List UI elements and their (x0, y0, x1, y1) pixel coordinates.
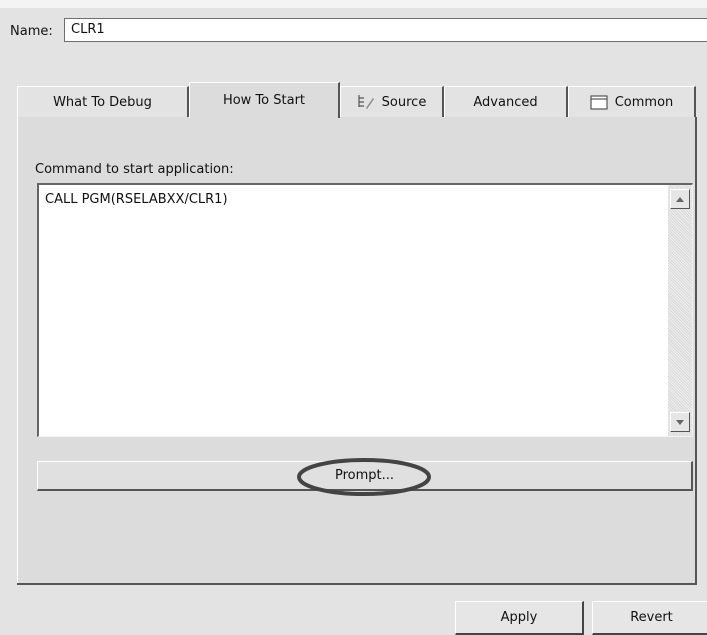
tab-label: Source (381, 94, 427, 110)
tab-what-to-debug[interactable]: What To Debug (17, 86, 189, 117)
tab-label: Common (614, 94, 674, 110)
tab-label: What To Debug (53, 94, 152, 110)
apply-button[interactable]: Apply (455, 601, 584, 635)
prompt-button[interactable]: Prompt... (37, 461, 693, 491)
top-band (0, 0, 707, 8)
tab-label: Advanced (473, 94, 538, 110)
scroll-down-button[interactable] (670, 412, 690, 432)
revert-label: Revert (630, 610, 673, 625)
source-tree-icon (357, 94, 375, 110)
common-window-icon (590, 94, 608, 110)
prompt-label: Prompt... (334, 468, 395, 483)
revert-button[interactable]: Revert (592, 601, 707, 635)
tab-how-to-start[interactable]: How To Start (189, 82, 340, 118)
tab-bar: What To Debug How To Start Source Advanc… (17, 82, 697, 118)
command-text: CALL PGM(RSELABXX/CLR1) (45, 192, 228, 207)
name-field[interactable]: CLR1 (64, 18, 707, 42)
name-label: Name: (10, 24, 53, 39)
tab-advanced[interactable]: Advanced (444, 86, 568, 117)
tab-source[interactable]: Source (340, 86, 444, 117)
scroll-up-button[interactable] (670, 189, 690, 209)
vertical-scrollbar[interactable] (668, 185, 692, 436)
arrow-up-icon (676, 196, 684, 202)
tab-label: How To Start (222, 93, 306, 108)
command-label: Command to start application: (35, 162, 234, 177)
arrow-down-icon (676, 419, 684, 425)
tab-common[interactable]: Common (568, 86, 696, 117)
apply-label: Apply (500, 610, 538, 625)
command-textarea[interactable]: CALL PGM(RSELABXX/CLR1) (37, 183, 693, 437)
panel-bottom-border (17, 583, 697, 585)
